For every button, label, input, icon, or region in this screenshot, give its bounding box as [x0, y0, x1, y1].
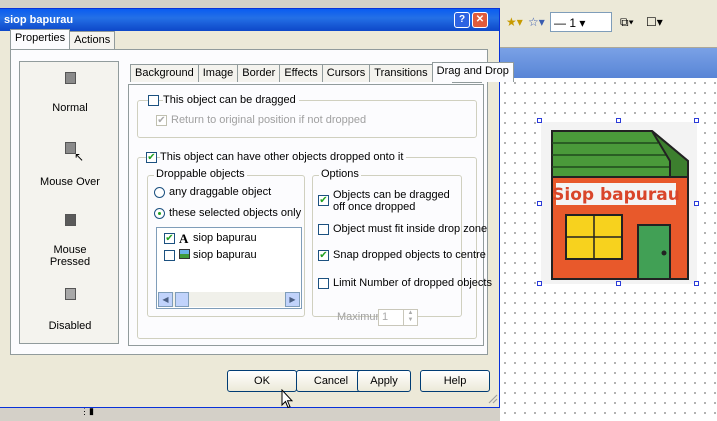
option-drag-off-checkbox[interactable]: ✔ — [318, 195, 329, 206]
tab-properties[interactable]: Properties — [10, 29, 71, 49]
state-label: Mouse Over — [40, 176, 100, 188]
text-icon: A — [179, 231, 189, 246]
can-be-dragged-label: This object can be dragged — [163, 94, 299, 106]
option-snap-centre-checkbox[interactable]: ✔ — [318, 250, 329, 261]
list-item-label: siop bapurau — [193, 249, 257, 261]
resize-handle-s[interactable] — [616, 281, 621, 286]
option-drag-off-label: Objects can be dragged off once dropped — [333, 189, 450, 213]
can-be-dragged-checkbox[interactable] — [148, 95, 159, 106]
line-width-select[interactable]: — 1 ▾ — [550, 12, 612, 32]
droppable-objects-legend: Droppable objects — [154, 168, 247, 180]
close-button[interactable]: ✕ — [472, 12, 488, 28]
callout-icon[interactable]: ☐▾ — [646, 12, 663, 32]
radio-selected-label: these selected objects only — [169, 207, 302, 219]
titlebar-help-button[interactable]: ? — [454, 12, 470, 28]
state-list: Normal ↖ Mouse Over Mouse Pressed Disabl… — [19, 61, 119, 344]
image-icon — [179, 249, 190, 259]
tab-background[interactable]: Background — [130, 64, 199, 82]
tab-cursors[interactable]: Cursors — [321, 64, 371, 82]
dialog-title: siop bapurau — [4, 14, 74, 26]
workspace-header-band — [500, 48, 717, 78]
resize-handle-sw[interactable] — [537, 281, 542, 286]
tab-effects[interactable]: Effects — [279, 64, 323, 82]
star-fill-icon[interactable]: ★▾ — [506, 12, 523, 32]
state-disabled-icon — [65, 288, 76, 300]
option-snap-centre-label: Snap dropped objects to centre — [333, 249, 486, 261]
resize-handle-e[interactable] — [694, 201, 699, 206]
list-item-checkbox[interactable] — [164, 250, 175, 261]
can-have-dropped-checkbox[interactable]: ✔ — [146, 152, 157, 163]
resize-grip-icon[interactable] — [486, 392, 498, 404]
option-limit-number-label: Limit Number of dropped objects — [333, 277, 492, 289]
drawing-toolbar: ★▾ ☆▾ — 1 ▾ ⧉▾ ☐▾ — [500, 0, 717, 48]
radio-any-object[interactable] — [154, 187, 165, 198]
help-button[interactable]: Help — [420, 370, 490, 392]
tab-actions[interactable]: Actions — [69, 31, 116, 49]
return-position-label: Return to original position if not dropp… — [171, 114, 367, 126]
options-legend: Options — [319, 168, 361, 180]
resize-handle-ne[interactable] — [694, 118, 699, 123]
resize-handle-nw[interactable] — [537, 118, 542, 123]
arrange-icon[interactable]: ⧉▾ — [620, 12, 634, 32]
return-position-checkbox: ✔ — [156, 115, 167, 126]
star-outline-icon[interactable]: ☆▾ — [528, 12, 545, 32]
line-width-value: 1 — [569, 16, 577, 30]
option-fit-inside-label: Object must fit inside drop zone — [333, 223, 488, 235]
scroll-thumb[interactable] — [175, 292, 189, 307]
shop-sign-text: Siop bapurau — [552, 185, 680, 205]
state-label: Normal — [52, 102, 88, 114]
tab-transitions[interactable]: Transitions — [369, 64, 433, 82]
tab-border[interactable]: Border — [237, 64, 281, 82]
pointer-icon: ↖ — [74, 150, 85, 164]
outer-tab-strip: Properties Actions — [10, 29, 116, 49]
resize-handle-w[interactable] — [537, 201, 542, 206]
can-have-dropped-label: This object can have other objects dropp… — [160, 151, 407, 163]
state-normal-icon — [65, 72, 76, 84]
apply-button[interactable]: Apply — [357, 370, 411, 392]
radio-selected-objects[interactable] — [154, 208, 165, 219]
state-mouse-over[interactable]: ↖ Mouse Over — [20, 134, 120, 192]
state-label: Disabled — [48, 320, 92, 332]
radio-any-label: any draggable object — [169, 186, 272, 198]
inner-tab-strip: Background Image Border Effects Cursors … — [130, 62, 514, 82]
mouse-pointer-icon — [281, 389, 293, 409]
scroll-left-icon[interactable]: ◀ — [158, 292, 173, 307]
option-limit-number-checkbox[interactable] — [318, 278, 329, 289]
state-label: Mouse Pressed — [49, 244, 91, 268]
state-normal[interactable]: Normal — [20, 62, 120, 130]
resize-handle-se[interactable] — [694, 281, 699, 286]
maximum-spinner: 1 ▲ ▼ — [378, 309, 418, 326]
maximum-value: 1 — [382, 311, 389, 323]
state-disabled[interactable]: Disabled — [20, 284, 120, 342]
list-item-label: siop bapurau — [193, 232, 257, 244]
placed-shop-image[interactable]: Siop bapurau — [537, 118, 699, 286]
resize-handle-n[interactable] — [616, 118, 621, 123]
option-fit-inside-checkbox[interactable] — [318, 224, 329, 235]
dialog-titlebar[interactable]: siop bapurau ? ✕ — [0, 9, 499, 31]
tab-image[interactable]: Image — [197, 64, 239, 82]
scroll-right-icon[interactable]: ▶ — [285, 292, 300, 307]
list-item-checkbox[interactable]: ✔ — [164, 233, 175, 244]
state-mouse-pressed-icon — [65, 214, 76, 226]
tab-drag-and-drop[interactable]: Drag and Drop — [431, 62, 514, 82]
list-horizontal-scrollbar[interactable]: ◀ ▶ — [158, 292, 300, 307]
shop-illustration: Siop bapurau — [541, 122, 697, 284]
cancel-button[interactable]: Cancel — [296, 370, 366, 392]
state-mouse-pressed[interactable]: Mouse Pressed — [20, 206, 120, 280]
spinner-arrows-icon: ▲ ▼ — [403, 310, 417, 325]
